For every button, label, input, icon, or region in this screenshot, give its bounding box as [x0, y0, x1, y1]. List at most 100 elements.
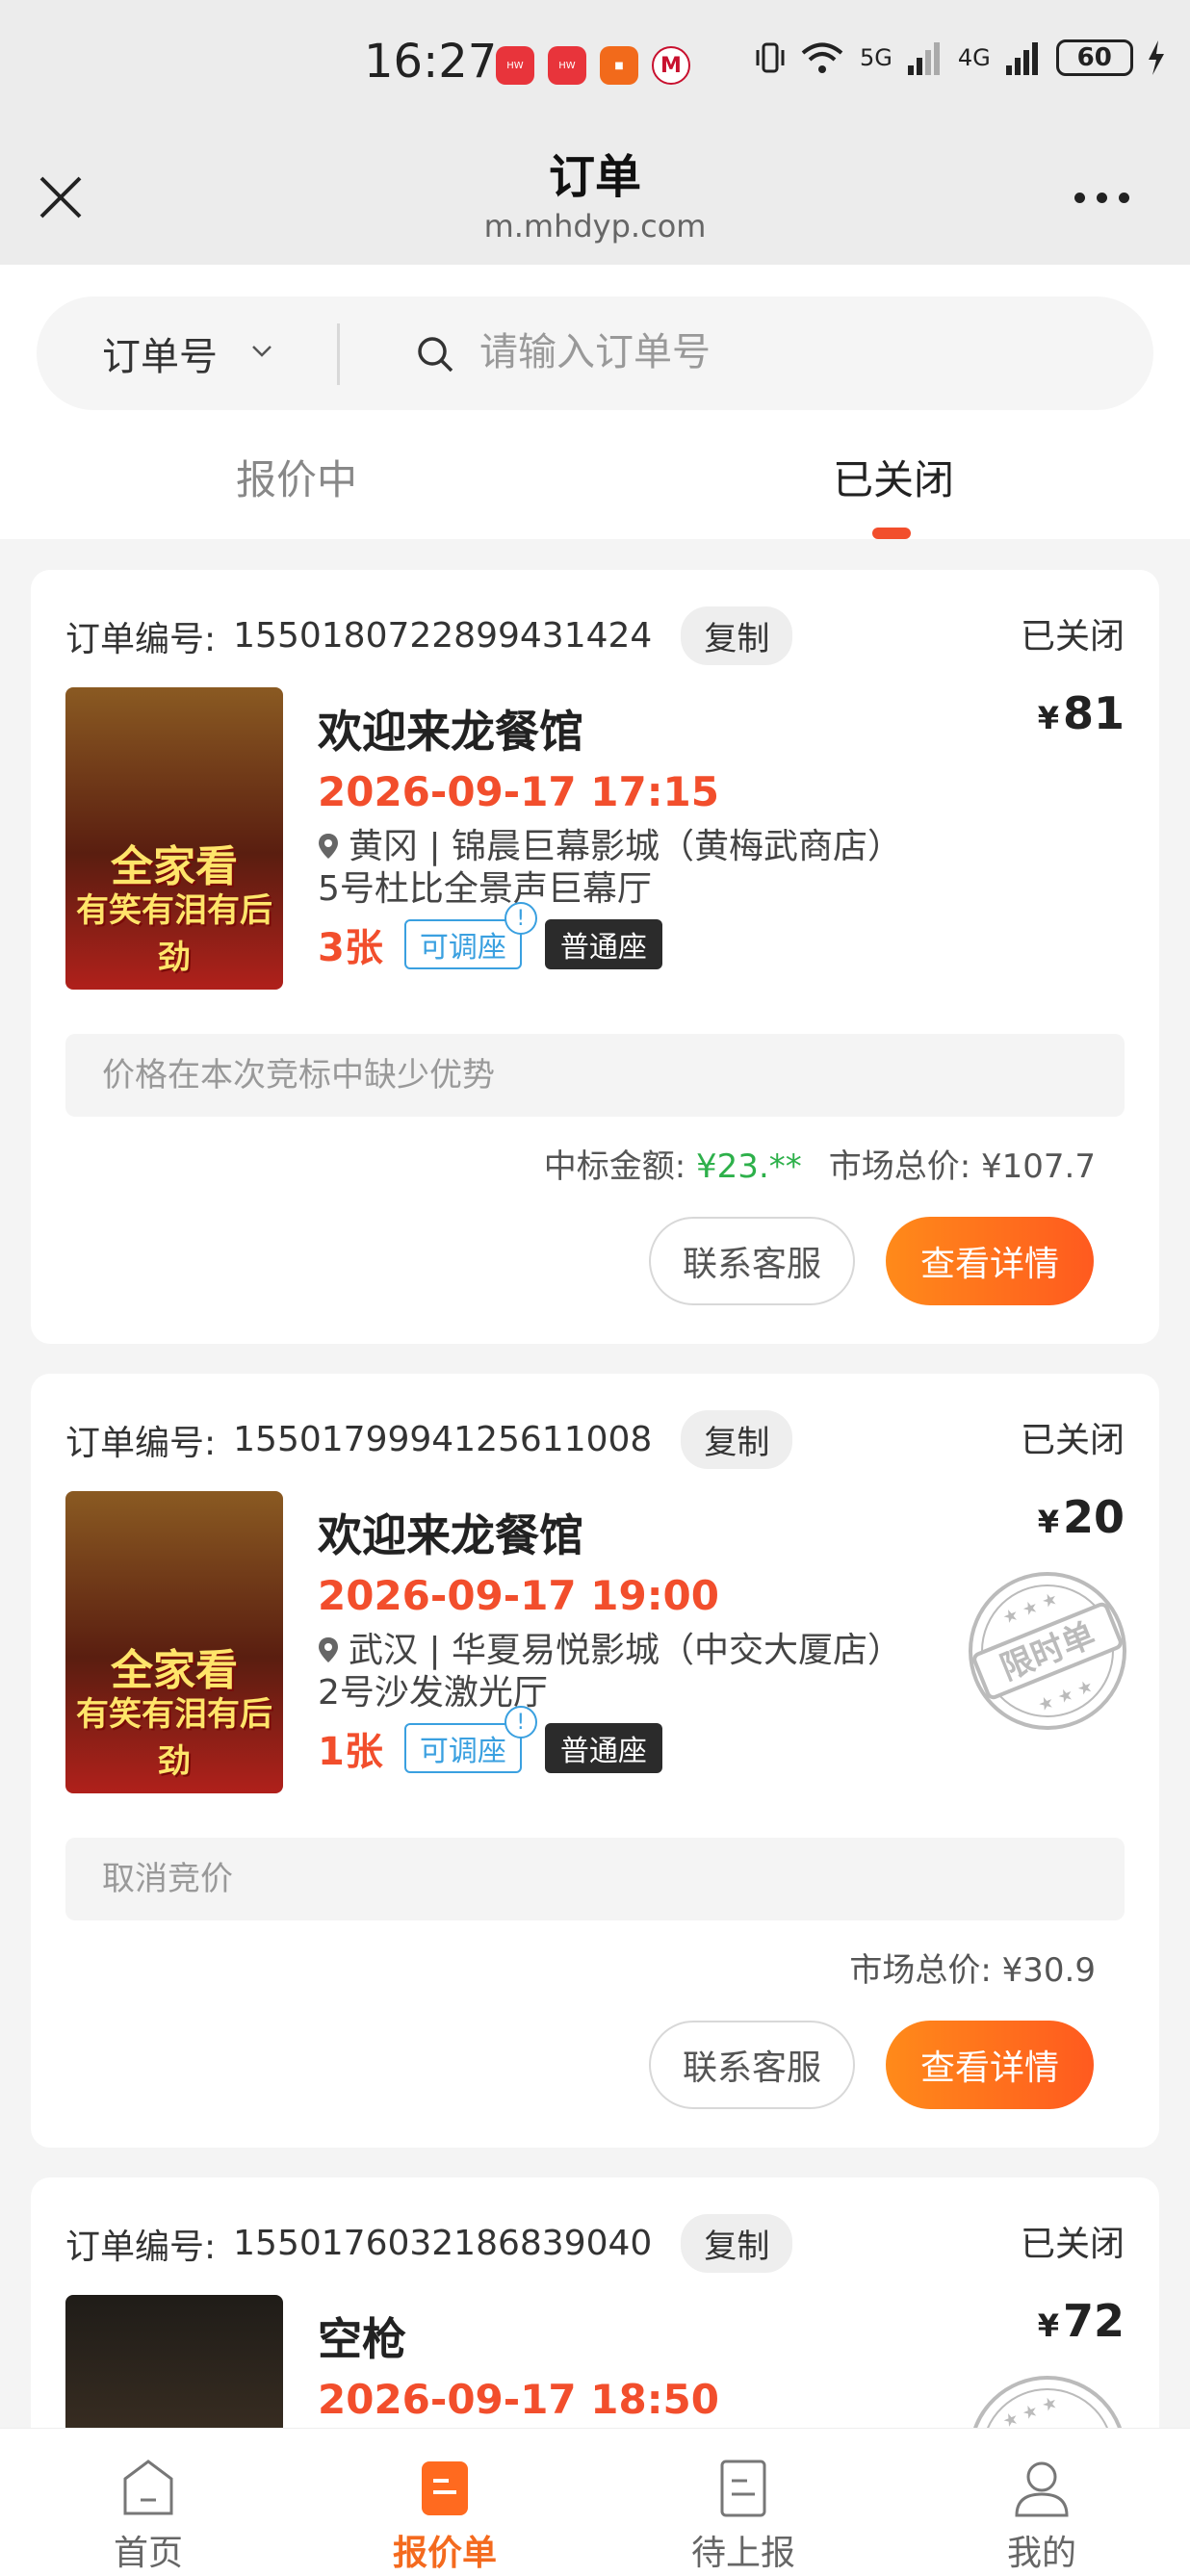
info-icon[interactable]: !	[504, 1706, 537, 1739]
svg-text:★ ★ ★: ★ ★ ★	[1000, 2392, 1061, 2433]
seat-type-tag: 普通座	[544, 1723, 662, 1773]
more-menu-icon[interactable]	[1074, 193, 1129, 203]
view-details-button[interactable]: 查看详情	[886, 1217, 1094, 1305]
order-label: 订单编号:	[65, 1423, 217, 1463]
adjustable-seat-label: 可调座	[419, 1735, 506, 1768]
order-card: 订单编号: 1550179994125611008 复制 已关闭 全家看 有笑有…	[31, 1374, 1159, 2148]
location-pin-icon	[319, 834, 338, 859]
tab-home-label: 首页	[113, 2534, 183, 2573]
search-icon	[418, 337, 453, 373]
status-indicators: 5G 4G 60	[756, 39, 1166, 77]
market-price-label: 市场总价:	[849, 1951, 992, 1990]
limited-order-stamp: 限时单 ★ ★ ★ ★ ★ ★	[969, 1572, 1126, 1730]
ticket-row: 1张 可调座! 普通座	[318, 1706, 662, 1776]
ticket-quantity: 3张	[318, 926, 383, 970]
tab-quoting[interactable]: 报价中	[236, 448, 357, 506]
showtime: 2026-09-17 19:00	[318, 1572, 719, 1619]
tab-quotes-label: 报价单	[392, 2534, 497, 2573]
order-number-row: 订单编号: 1550180722899431424 复制	[65, 606, 793, 665]
bottom-tab-bar: 首页 报价单 待上报 我的	[0, 2428, 1190, 2576]
movie-poster[interactable]: 全家看 有笑有泪有后劲	[65, 1491, 283, 1793]
hall-name: 2号沙发激光厅	[318, 1673, 548, 1713]
contact-service-button[interactable]: 联系客服	[649, 2021, 855, 2109]
active-tab-indicator	[872, 528, 911, 539]
huawei-app-icon: HW	[496, 46, 534, 85]
order-number: 1550180722899431424	[233, 616, 653, 656]
huawei-app-icon: HW	[548, 46, 586, 85]
ticket-row: 3张 可调座! 普通座	[318, 902, 662, 972]
amount-row: 市场总价: ¥30.9	[849, 1944, 1096, 1991]
movie-title: 空枪	[318, 2313, 406, 2365]
wifi-icon	[801, 42, 843, 73]
chevron-down-icon[interactable]	[250, 339, 273, 362]
order-number-row: 订单编号: 1550176032186839040 复制	[65, 2214, 793, 2273]
amount-row: 中标金额: ¥23.** 市场总价: ¥107.7	[544, 1140, 1096, 1187]
order-number: 1550179994125611008	[233, 1420, 653, 1459]
movie-poster[interactable]: 全家看 有笑有泪有后劲	[65, 687, 283, 990]
home-icon	[123, 2460, 173, 2515]
order-status: 已关闭	[1020, 1421, 1125, 1460]
order-status: 已关闭	[1020, 2225, 1125, 2264]
tab-pending-label: 待上报	[690, 2534, 795, 2573]
market-price-label: 市场总价:	[828, 1147, 971, 1186]
poster-text: 有笑有泪有后劲	[76, 1695, 272, 1781]
seat-type-tag: 普通座	[544, 919, 662, 969]
search-bar: 订单号	[37, 296, 1153, 410]
search-input[interactable]	[479, 322, 1096, 383]
price-value: 72	[1062, 2295, 1125, 2347]
bank-app-icon: M	[652, 46, 690, 85]
cinema-info: 武汉 | 华夏易悦影城（中交大厦店） 2号沙发激光厅	[318, 1630, 902, 1714]
user-icon	[1015, 2461, 1069, 2517]
order-status: 已关闭	[1020, 617, 1125, 657]
signal-icon	[1005, 42, 1038, 75]
order-price: ¥72	[1038, 2295, 1125, 2347]
charging-icon	[1148, 40, 1164, 75]
cinema-info: 黄冈 | 锦晨巨幕影城（黄梅武商店） 5号杜比全景声巨幕厅	[318, 826, 902, 911]
order-label: 订单编号:	[65, 619, 217, 659]
copy-button[interactable]: 复制	[681, 2214, 793, 2273]
network-5g: 5G	[860, 44, 892, 71]
location-pin-icon	[319, 1637, 338, 1662]
order-number: 1550176032186839040	[233, 2224, 653, 2263]
currency-symbol: ¥	[1037, 1504, 1059, 1540]
cinema-name: 武汉 | 华夏易悦影城（中交大厦店）	[349, 1631, 903, 1670]
order-number-row: 订单编号: 1550179994125611008 复制	[65, 1410, 793, 1469]
copy-button[interactable]: 复制	[681, 606, 793, 665]
ticket-quantity: 1张	[318, 1730, 383, 1774]
adjustable-seat-label: 可调座	[419, 931, 506, 965]
cinema-name: 黄冈 | 锦晨巨幕影城（黄梅武商店）	[349, 827, 903, 866]
svg-text:★ ★ ★: ★ ★ ★	[1035, 1676, 1096, 1716]
copy-button[interactable]: 复制	[681, 1410, 793, 1469]
network-4g: 4G	[957, 44, 991, 71]
status-bar: 16:27 HW HW ■ M 5G 4G 60	[0, 0, 1190, 135]
adjustable-seat-tag: 可调座!	[403, 1706, 537, 1773]
order-label: 订单编号:	[65, 2227, 217, 2267]
search-type-select[interactable]: 订单号	[102, 325, 218, 381]
page-title: 订单	[548, 150, 641, 204]
info-icon[interactable]: !	[504, 902, 537, 935]
currency-symbol: ¥	[1037, 2307, 1059, 2344]
price-value: 81	[1062, 687, 1125, 739]
currency-symbol: ¥	[1037, 700, 1059, 736]
vibrate-icon	[756, 42, 785, 73]
status-app-icons: HW HW ■ M	[496, 46, 690, 85]
poster-text: 有笑有泪有后劲	[76, 891, 272, 977]
view-details-button[interactable]: 查看详情	[886, 2021, 1094, 2109]
document-icon	[720, 2460, 766, 2517]
market-price-value: ¥30.9	[1001, 1951, 1096, 1990]
tab-closed[interactable]: 已关闭	[833, 448, 954, 506]
quote-list-icon	[422, 2461, 468, 2515]
order-note: 取消竞价	[65, 1838, 1125, 1920]
battery-indicator: 60	[1055, 39, 1133, 76]
order-price: ¥81	[1038, 687, 1125, 739]
adjustable-seat-tag: 可调座!	[403, 902, 537, 969]
search-divider	[337, 323, 340, 385]
showtime: 2026-09-17 18:50	[318, 2376, 719, 2423]
order-price: ¥20	[1038, 1491, 1125, 1543]
hall-name: 5号杜比全景声巨幕厅	[318, 869, 652, 909]
signal-icon	[907, 42, 940, 75]
win-amount-label: 中标金额:	[543, 1147, 686, 1186]
movie-title: 欢迎来龙餐馆	[318, 1509, 583, 1561]
price-value: 20	[1062, 1491, 1125, 1543]
contact-service-button[interactable]: 联系客服	[649, 1217, 855, 1305]
